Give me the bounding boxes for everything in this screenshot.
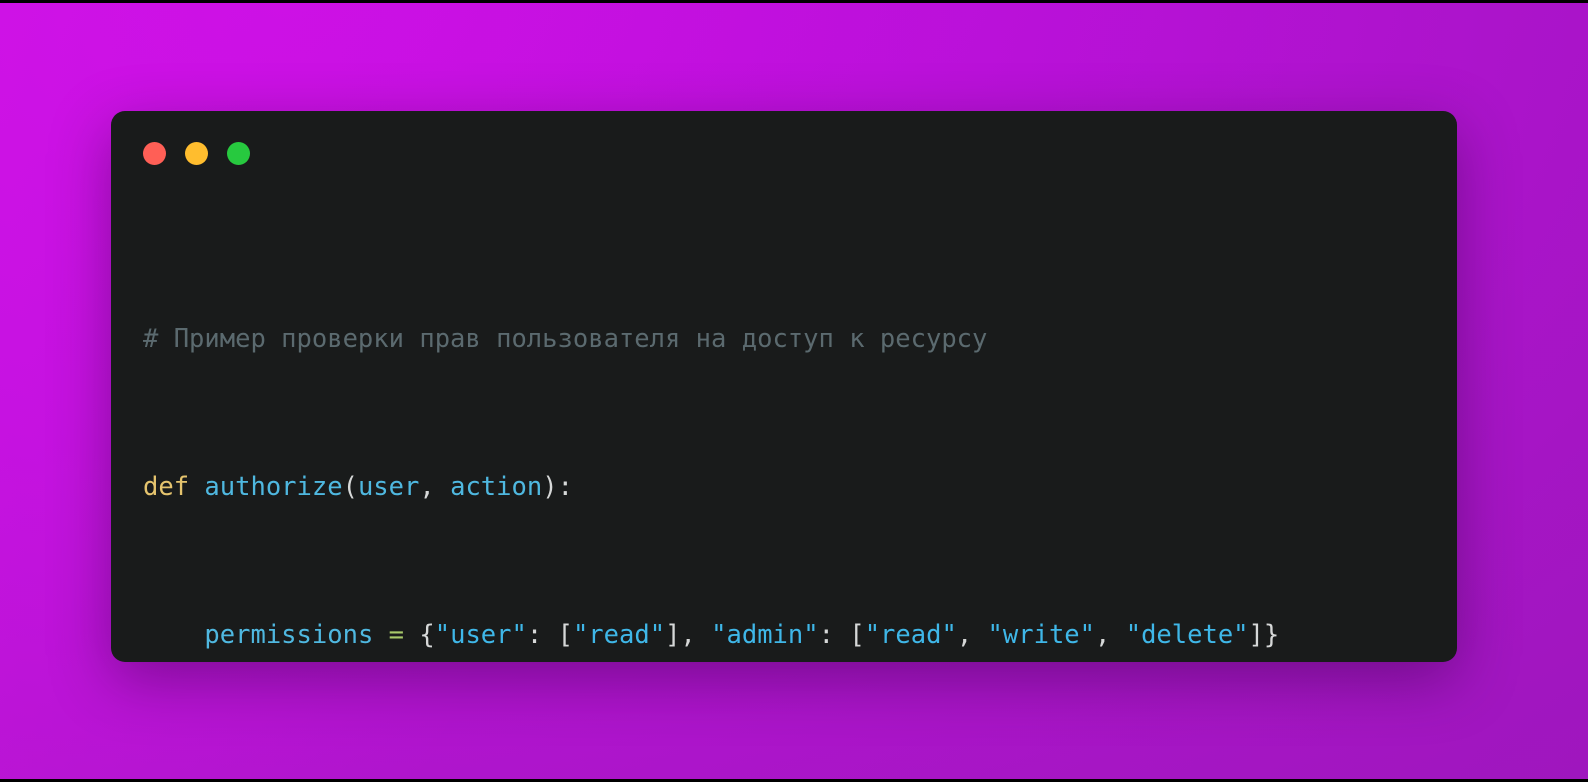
screenshot-root: # Пример проверки прав пользователя на д… [0,0,1588,782]
bracket-close: ] [1248,620,1264,650]
string-write: "write" [987,620,1095,650]
comma: , [956,620,988,650]
comma: , [1095,620,1126,650]
brace-close: } [1263,620,1280,650]
minimize-icon[interactable] [185,142,208,165]
code-snippet-card: # Пример проверки прав пользователя на д… [111,111,1457,662]
string-read: "read" [572,620,666,650]
paren-close-colon: ): [542,472,573,502]
code-line-1: # Пример проверки прав пользователя на д… [143,321,1439,358]
comma: , [419,472,451,502]
string-read: "read" [864,620,957,650]
dict-key-user: "user" [434,620,527,650]
string-delete: "delete" [1125,620,1249,650]
function-name-authorize: authorize [204,472,343,502]
param-user: user [357,472,420,502]
code-block[interactable]: # Пример проверки прав пользователя на д… [143,210,1439,662]
bracket-open: [ [849,620,865,650]
comment-token: # Пример проверки прав пользователя на д… [143,324,988,354]
close-icon[interactable] [143,142,166,165]
colon: : [526,620,558,650]
colon: : [818,620,850,650]
param-action: action [450,472,543,502]
assign-operator: = [373,620,420,650]
code-line-2: def authorize(user, action): [143,469,1439,506]
keyword-def: def [143,472,190,502]
paren-open: ( [342,472,358,502]
maximize-icon[interactable] [227,142,250,165]
var-permissions: permissions [204,620,374,650]
bracket-open: [ [557,620,573,650]
bracket-close: ] [665,620,681,650]
comma: , [680,620,712,650]
dict-key-admin: "admin" [711,620,819,650]
code-line-3: permissions = {"user": ["read"], "admin"… [143,617,1439,654]
window-titlebar [143,142,250,165]
brace-open: { [419,620,435,650]
